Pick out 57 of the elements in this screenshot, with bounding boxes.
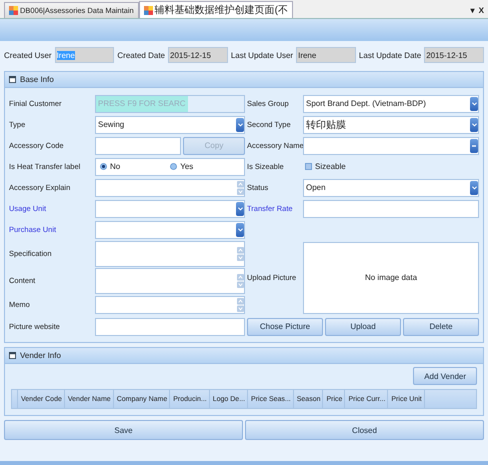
spin-arrows-icon xyxy=(237,246,244,260)
spin-arrows-icon xyxy=(237,298,244,312)
dropdown-field[interactable]: 转印贴膜 xyxy=(303,116,479,134)
readonly-field[interactable]: 2015-12-15 xyxy=(424,47,484,63)
chevron-down-icon xyxy=(472,186,476,190)
dropdown-button[interactable] xyxy=(470,180,478,194)
empty-image-text: No image data xyxy=(364,273,418,282)
field-label: Created User xyxy=(4,50,52,60)
text-field[interactable] xyxy=(303,136,479,154)
readonly-field[interactable]: Irene xyxy=(296,47,356,63)
spin-arrows-icon xyxy=(237,180,244,194)
picture-action-button[interactable]: Upload xyxy=(325,318,401,336)
chevron-down-icon xyxy=(472,102,476,106)
tab-control-button[interactable]: ▾ xyxy=(470,6,475,15)
add-vender-button[interactable]: Add Vender xyxy=(413,367,477,385)
picture-action-button[interactable]: Delete xyxy=(403,318,479,336)
browse-button[interactable] xyxy=(470,138,478,152)
field-label: Last Update Date xyxy=(358,50,422,60)
footer-button[interactable]: Save xyxy=(4,420,243,440)
window-icon xyxy=(9,352,16,359)
dropdown-button[interactable] xyxy=(236,222,244,236)
checkbox-icon xyxy=(305,163,312,170)
tab-control-button[interactable]: X xyxy=(478,6,484,15)
dash-icon xyxy=(472,144,476,146)
text-field[interactable] xyxy=(303,200,479,218)
dropdown-button[interactable] xyxy=(470,118,478,132)
dropdown-button[interactable] xyxy=(236,202,244,216)
panel-header[interactable]: Vender Info xyxy=(5,348,483,364)
readonly-field[interactable]: 2015-12-15 xyxy=(168,47,228,63)
app-icon xyxy=(144,6,153,14)
chevron-down-icon xyxy=(238,206,242,210)
radio-icon xyxy=(170,163,178,170)
app-icon xyxy=(9,6,18,15)
checkbox[interactable]: Sizeable xyxy=(305,162,346,171)
panel-header[interactable]: Base Info xyxy=(5,72,483,88)
text-field[interactable] xyxy=(95,318,245,336)
dropdown-field[interactable] xyxy=(95,220,245,238)
dropdown-button[interactable] xyxy=(470,96,478,110)
field-label: Created Date xyxy=(117,50,165,60)
text-field[interactable] xyxy=(95,136,181,154)
dropdown-field[interactable]: Open xyxy=(303,178,479,196)
dropdown-field[interactable]: Sewing xyxy=(95,116,245,134)
picture-action-button[interactable]: Chose Picture xyxy=(247,318,323,336)
dropdown-button[interactable] xyxy=(236,118,244,132)
dropdown-field[interactable] xyxy=(95,200,245,218)
field-label: Last Update User xyxy=(230,50,294,60)
chevron-down-icon xyxy=(238,228,242,232)
chevron-down-icon xyxy=(472,122,476,126)
window-icon xyxy=(9,76,16,83)
document-tab[interactable]: 辅料基础数据维护创建页面(不 xyxy=(138,1,294,18)
footer-button[interactable]: Closed xyxy=(245,420,484,440)
chevron-down-icon xyxy=(238,122,242,126)
dropdown-field[interactable]: Sport Brand Dept. (Vietnam-BDP) xyxy=(303,94,479,112)
radio-button[interactable]: Yes xyxy=(170,162,194,171)
radio-button[interactable]: No xyxy=(100,162,120,171)
radio-icon xyxy=(100,163,107,170)
spin-arrows-icon xyxy=(237,274,244,288)
